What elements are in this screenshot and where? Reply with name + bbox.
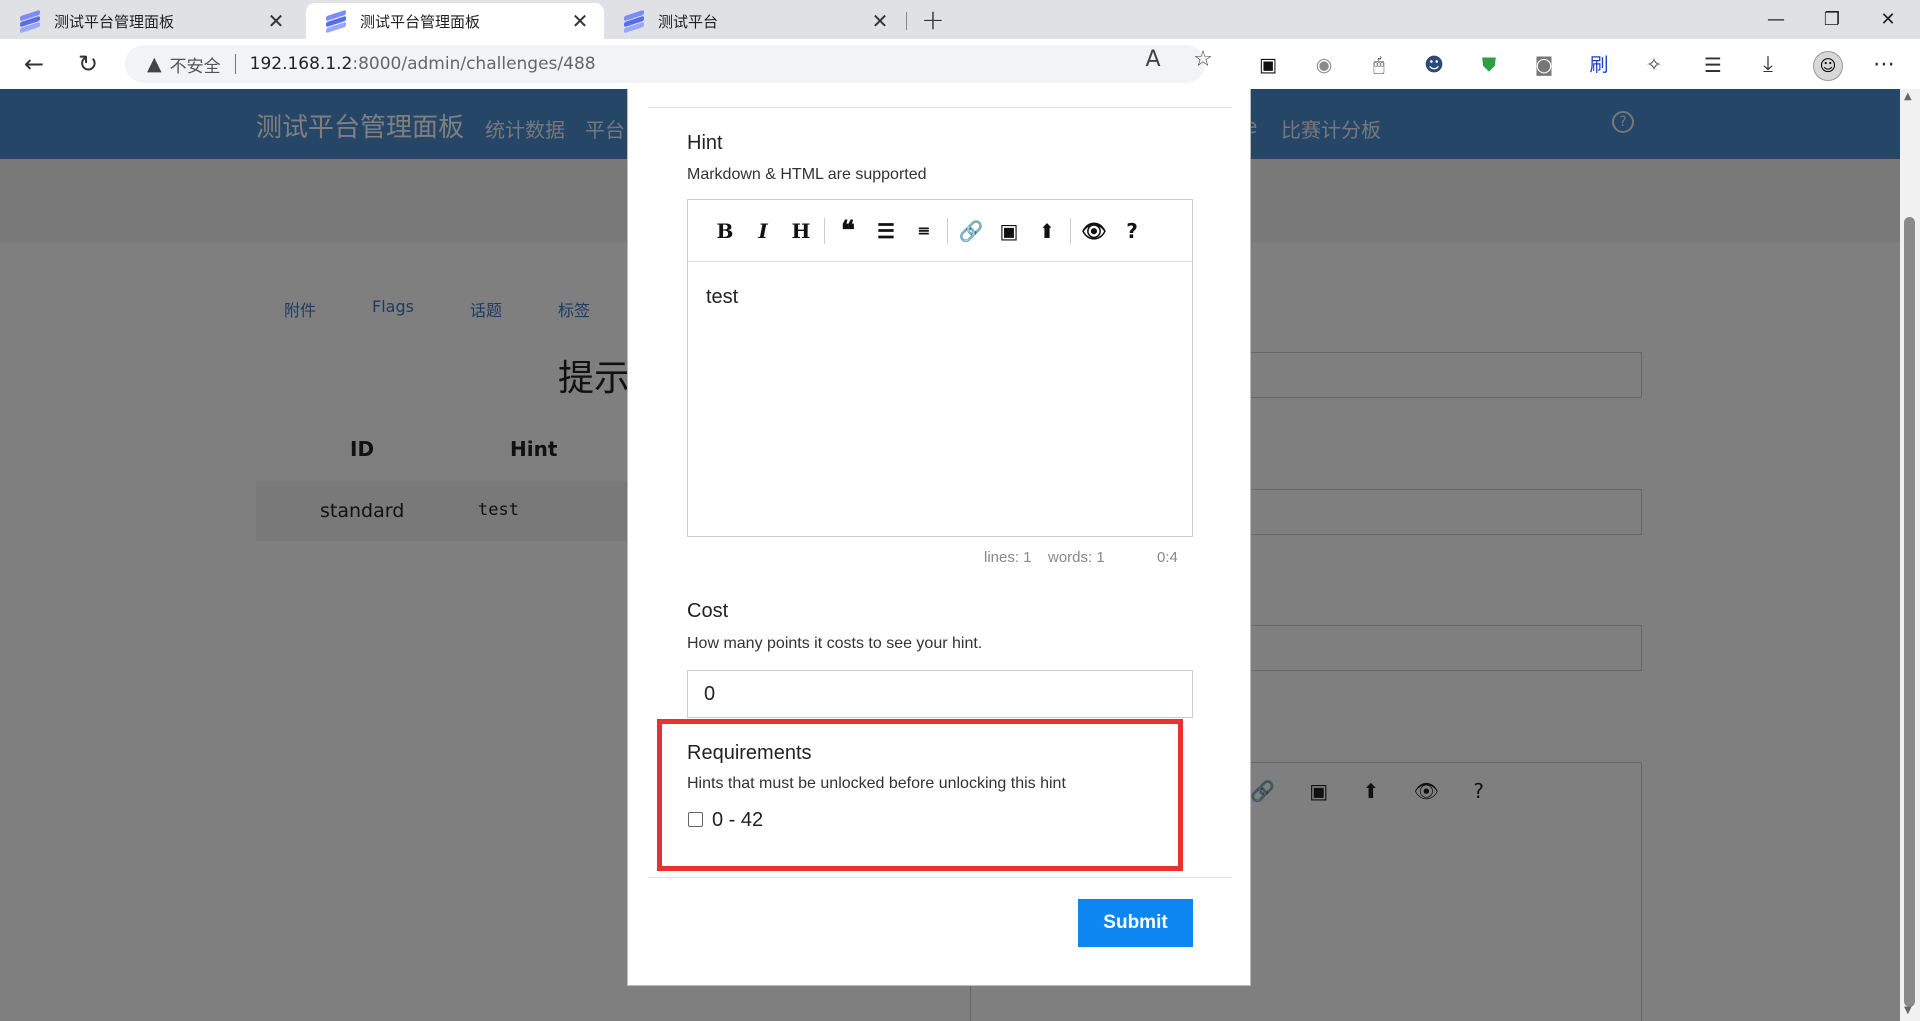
favorite-star-icon[interactable]: ☆ <box>1188 47 1218 72</box>
requirement-checkbox[interactable] <box>688 812 703 827</box>
quote-icon[interactable]: ❝ <box>829 214 867 248</box>
new-tab-button[interactable]: + <box>915 3 951 39</box>
translator-icon[interactable]: ▣ <box>1254 51 1282 79</box>
requirements-help-text: Hints that must be unlocked before unloc… <box>687 775 1066 792</box>
cost-label: Cost <box>687 600 729 622</box>
close-tab-icon[interactable]: ✕ <box>868 11 892 31</box>
address-divider <box>234 54 236 74</box>
toolbar-separator <box>947 217 948 244</box>
editor-words-count: words: 1 <box>1048 549 1105 566</box>
address-bar[interactable]: ▲ 不安全 192.168.1.2:8000/admin/challenges/… <box>125 45 1205 83</box>
close-tab-icon[interactable]: ✕ <box>264 11 288 31</box>
requirements-label: Requirements <box>687 742 812 764</box>
warning-icon[interactable]: ▲ <box>147 53 162 75</box>
ordered-list-icon[interactable]: ≡ <box>905 214 943 248</box>
cost-input[interactable]: 0 <box>687 670 1193 718</box>
close-tab-icon[interactable]: ✕ <box>568 11 592 31</box>
back-arrow-icon[interactable]: ← <box>16 47 52 81</box>
editor-text[interactable]: test <box>706 286 738 309</box>
hint-help-text: Markdown & HTML are supported <box>687 166 927 183</box>
mouse-icon[interactable]: 🖱 <box>1365 51 1393 79</box>
reload-icon[interactable]: ↻ <box>70 47 106 81</box>
browser-tab-1[interactable]: 测试平台管理面板 ✕ <box>0 3 300 39</box>
profile-avatar[interactable]: ☺ <box>1813 51 1843 81</box>
image-icon[interactable]: ▣ <box>990 214 1028 248</box>
divider <box>648 877 1232 878</box>
close-window-icon[interactable]: ✕ <box>1860 0 1916 39</box>
site-favicon-icon <box>20 9 42 34</box>
tab-title: 测试平台管理面板 <box>360 12 481 31</box>
help-icon[interactable]: ? <box>1113 214 1151 248</box>
toolbar-separator <box>1070 217 1071 244</box>
hint-label: Hint <box>687 132 723 154</box>
toolbar: ← ↻ ▲ 不安全 192.168.1.2:8000/admin/challen… <box>0 39 1920 89</box>
favorites-icon[interactable]: ☰ <box>1699 51 1727 79</box>
site-favicon-icon <box>624 9 646 34</box>
requirement-option-label[interactable]: 0 - 42 <box>712 809 763 832</box>
preview-eye-icon[interactable]: 👁 <box>1075 214 1113 248</box>
scroll-down-icon[interactable]: ▼ <box>1904 1005 1912 1016</box>
minimize-icon[interactable]: — <box>1748 0 1804 39</box>
link-icon[interactable]: 🔗 <box>952 214 990 248</box>
download-icon[interactable]: ⤓ <box>1754 51 1782 79</box>
url-host[interactable]: 192.168.1.2 <box>250 54 353 74</box>
tab-title: 测试平台管理面板 <box>54 12 175 31</box>
url-path[interactable]: :8000/admin/challenges/488 <box>352 54 595 74</box>
scroll-up-icon[interactable]: ▲ <box>1904 91 1912 102</box>
editor-toolbar: B I H ❝ ☰ ≡ 🔗 ▣ ⬆ 👁 ? <box>688 200 1192 262</box>
restore-icon[interactable]: ❐ <box>1804 0 1860 39</box>
site-favicon-icon <box>326 9 348 34</box>
shield-icon[interactable]: ⛊ <box>1475 51 1503 79</box>
unordered-list-icon[interactable]: ☰ <box>867 214 905 248</box>
toolbar-separator <box>824 217 825 244</box>
hint-modal: Hint Markdown & HTML are supported B I H… <box>627 89 1251 986</box>
upload-file-icon[interactable]: ⬆ <box>1028 214 1066 248</box>
security-label[interactable]: 不安全 <box>170 52 221 77</box>
camera-icon[interactable]: ◙ <box>1530 51 1558 79</box>
browser-tab-3[interactable]: 测试平台 ✕ <box>604 3 904 39</box>
circle-icon[interactable]: ◉ <box>1310 51 1338 79</box>
markdown-editor[interactable]: B I H ❝ ☰ ≡ 🔗 ▣ ⬆ 👁 ? test <box>687 199 1193 537</box>
italic-icon[interactable]: I <box>744 214 782 248</box>
puzzle-icon[interactable]: ✧ <box>1640 51 1668 79</box>
tab-title: 测试平台 <box>658 12 719 31</box>
tab-divider <box>906 12 907 30</box>
browser-tab-2[interactable]: 测试平台管理面板 ✕ <box>306 3 604 39</box>
bold-icon[interactable]: B <box>706 214 744 248</box>
cost-help-text: How many points it costs to see your hin… <box>687 635 983 652</box>
scrollbar-thumb[interactable] <box>1904 217 1915 1007</box>
editor-cursor-position: 0:4 <box>1157 549 1178 566</box>
heading-icon[interactable]: H <box>782 214 820 248</box>
more-menu-icon[interactable]: ⋯ <box>1870 51 1898 79</box>
ninja-icon[interactable]: ☻ <box>1420 51 1448 79</box>
editor-lines-count: lines: 1 <box>984 549 1032 566</box>
brush-icon[interactable]: 刷 <box>1585 51 1613 79</box>
tab-strip: 测试平台管理面板 ✕ 测试平台管理面板 ✕ 测试平台 ✕ + — ❐ ✕ <box>0 0 1920 39</box>
read-aloud-icon[interactable]: A <box>1138 47 1168 72</box>
submit-button[interactable]: Submit <box>1078 899 1193 947</box>
divider <box>648 107 1232 108</box>
page-scrollbar[interactable]: ▲ ▼ <box>1900 89 1920 1021</box>
